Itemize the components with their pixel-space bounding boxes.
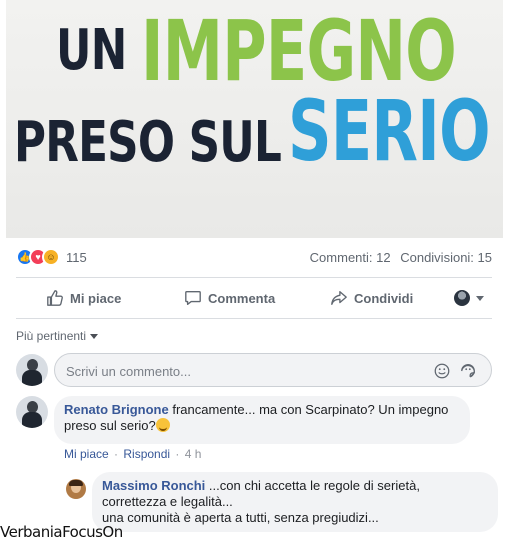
reply-avatar[interactable]	[66, 479, 86, 499]
post-image[interactable]: UN IMPEGNO PRESO SUL SERIO	[6, 0, 503, 238]
sticker-icon[interactable]	[459, 362, 477, 380]
separator: ·	[175, 447, 180, 461]
comment-author[interactable]: Renato Brignone	[64, 402, 169, 417]
chevron-down-icon	[476, 295, 484, 301]
comment-input[interactable]	[66, 361, 406, 381]
commenter-avatar[interactable]	[16, 396, 48, 428]
profile-avatar-small	[454, 290, 470, 306]
comment-reply-link[interactable]: Rispondi	[123, 447, 170, 461]
haha-icon: ☺	[42, 248, 60, 266]
comment-bubble: Renato Brignone francamente... ma con Sc…	[54, 396, 470, 444]
post-actions: Mi piace Commenta Condividi	[16, 282, 492, 314]
reply-bubble: Massimo Ronchi ...con chi accetta le reg…	[92, 472, 498, 532]
poster-word-un: UN	[56, 18, 127, 83]
share-icon	[331, 291, 347, 305]
comment-composer[interactable]	[54, 353, 492, 387]
divider	[16, 318, 492, 319]
comment-sort-dropdown[interactable]: Più pertinenti	[16, 329, 99, 343]
share-button[interactable]: Condividi	[330, 282, 413, 314]
emoji-icon[interactable]	[433, 362, 451, 380]
current-user-avatar[interactable]	[16, 354, 48, 386]
like-button[interactable]: Mi piace	[46, 282, 121, 314]
comment-icon	[185, 291, 201, 305]
reactions-count[interactable]: 115	[66, 250, 87, 265]
smile-emoji-icon	[155, 418, 170, 432]
reply-text-line-2: correttezza e legalità...	[102, 494, 233, 509]
comment-sort-label: Più pertinenti	[16, 329, 87, 343]
reply-text-line-1: ...con chi accetta le regole di serietà,	[208, 478, 420, 493]
comment-actions: Mi piace · Rispondi · 4 h	[64, 447, 203, 461]
divider	[16, 277, 492, 278]
separator: ·	[114, 447, 119, 461]
share-button-label: Condividi	[354, 290, 414, 306]
like-button-label: Mi piace	[70, 290, 122, 306]
comment-button-label: Commenta	[208, 290, 276, 306]
audience-selector[interactable]	[454, 282, 484, 314]
comments-count[interactable]: Commenti: 12	[310, 250, 391, 265]
poster-words-preso-sul: PRESO SUL	[14, 110, 282, 175]
thumbs-up-icon	[47, 290, 63, 306]
reply-author[interactable]: Massimo Ronchi	[102, 478, 205, 493]
poster-word-serio: SERIO	[288, 82, 490, 180]
post-counts: Commenti: 12 Condivisioni: 15	[304, 250, 492, 265]
shares-count[interactable]: Condivisioni: 15	[400, 250, 492, 265]
reply-text-line-3: una comunità è aperta a tutti, senza pre…	[102, 510, 379, 525]
chevron-down-icon	[90, 333, 99, 339]
watermark: VerbaniaFocusOn	[0, 523, 123, 540]
comment-button[interactable]: Commenta	[184, 282, 275, 314]
comment-timestamp[interactable]: 4 h	[185, 447, 202, 461]
comment-like-link[interactable]: Mi piace	[64, 447, 109, 461]
reactions-summary: 👍 ♥ ☺ 115 Commenti: 12 Condivisioni: 15	[16, 246, 492, 268]
